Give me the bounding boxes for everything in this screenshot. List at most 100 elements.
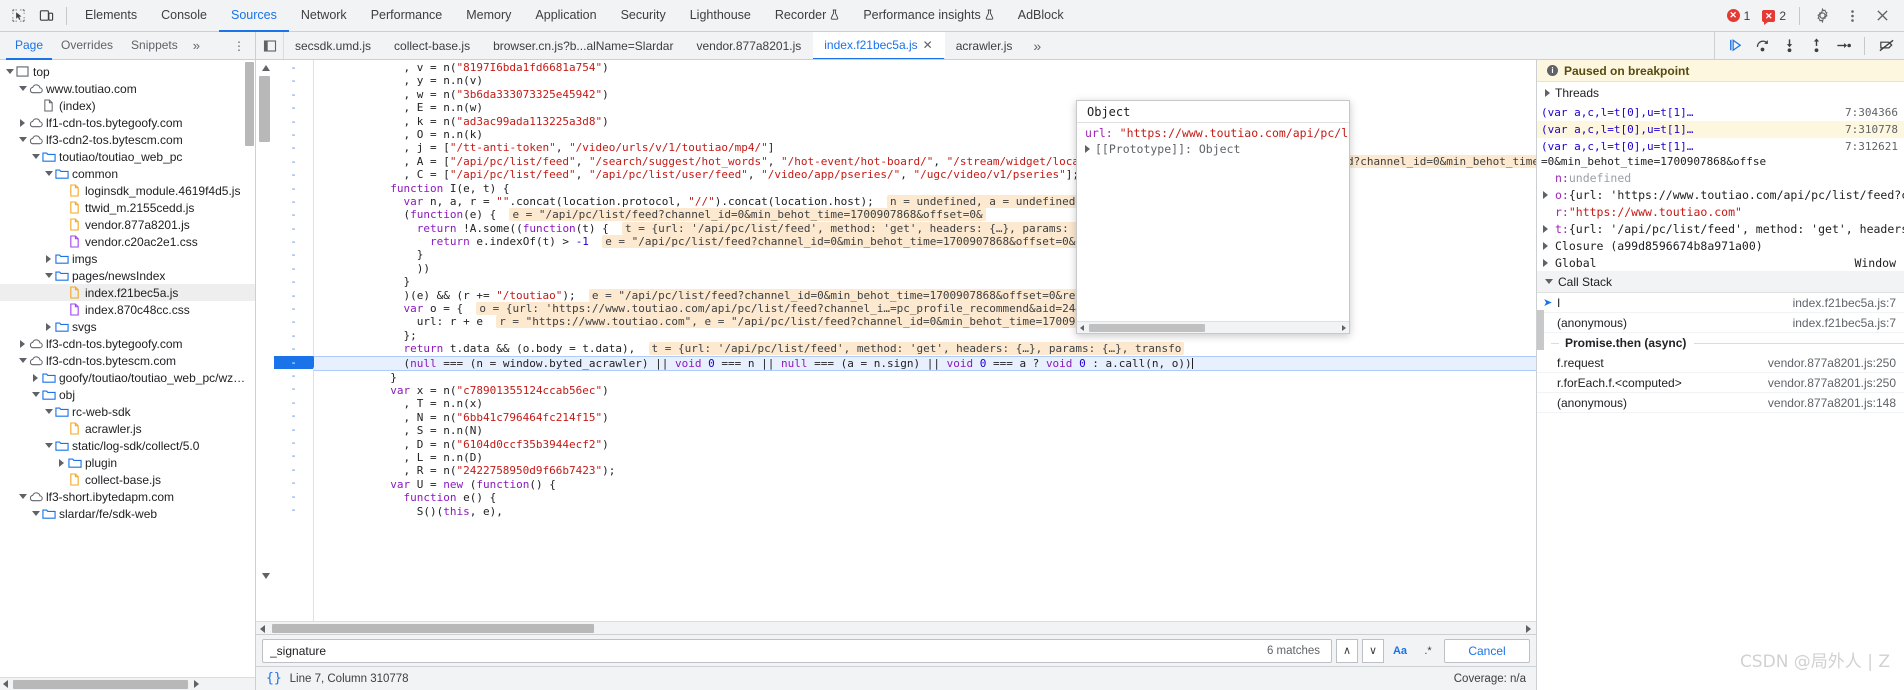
search-previous-button[interactable]: ∧ xyxy=(1336,638,1358,663)
tree-item-index[interactable]: (index) xyxy=(0,97,255,114)
current-line-number[interactable]: - xyxy=(274,355,321,369)
call-stack-frame[interactable]: ➤ Iindex.f21bec5a.js:7 xyxy=(1537,293,1904,313)
call-stack-frame[interactable]: f.request vendor.877a8201.js:250 xyxy=(1537,353,1904,373)
chevron-down-icon[interactable] xyxy=(43,171,54,176)
code-line[interactable]: , k = n("ad3ac99ada113225a3d8") xyxy=(324,115,1536,128)
more-tabs-icon[interactable]: » xyxy=(1024,32,1050,59)
code-line[interactable]: } xyxy=(324,275,1536,288)
line-number[interactable]: - xyxy=(274,436,313,449)
editor-tab-collect-base[interactable]: collect-base.js xyxy=(383,32,482,59)
code-line[interactable]: , w = n("3b6da333073325e45942") xyxy=(324,88,1536,101)
code-line[interactable]: , L = n.n(D) xyxy=(324,451,1536,464)
tree-item-lf3-cdn-tos-bytegoofy-com[interactable]: lf3-cdn-tos.bytegoofy.com xyxy=(0,335,255,352)
tree-item-svgs[interactable]: svgs xyxy=(0,318,255,335)
scope-variable-row[interactable]: o: {url: 'https://www.toutiao.com/api/pc… xyxy=(1537,186,1904,203)
chevron-right-icon[interactable] xyxy=(17,339,28,348)
step-into-next-function-call-button[interactable] xyxy=(1777,34,1801,58)
search-input[interactable] xyxy=(270,643,1267,658)
line-number[interactable]: - xyxy=(274,503,313,516)
chevron-down-icon[interactable] xyxy=(43,409,54,414)
line-number[interactable]: - xyxy=(274,369,313,382)
line-number[interactable]: - xyxy=(274,490,313,503)
line-number[interactable]: - xyxy=(274,315,313,328)
debugger-sidebar-scrollbar[interactable] xyxy=(1537,310,1544,350)
line-number[interactable]: - xyxy=(274,168,313,181)
tab-sources[interactable]: Sources xyxy=(218,0,289,32)
call-stack-frame[interactable]: r.forEach.f.<computed> vendor.877a8201.js… xyxy=(1537,373,1904,393)
regex-toggle[interactable]: .* xyxy=(1416,639,1440,663)
close-icon[interactable] xyxy=(1868,3,1896,29)
tree-item-obj[interactable]: obj xyxy=(0,386,255,403)
step-button[interactable] xyxy=(1831,34,1855,58)
code-line[interactable]: , E = n.n(w) xyxy=(324,101,1536,114)
tree-item-collect-base-js[interactable]: collect-base.js xyxy=(0,471,255,488)
tab-elements[interactable]: Elements xyxy=(73,0,149,32)
line-number[interactable]: - xyxy=(274,302,313,315)
line-number[interactable]: - xyxy=(274,235,313,248)
editor-tab-secsdk[interactable]: secsdk.umd.js xyxy=(284,32,383,59)
line-number[interactable]: - xyxy=(274,275,313,288)
tab-lighthouse[interactable]: Lighthouse xyxy=(678,0,763,32)
chevron-down-icon[interactable] xyxy=(17,137,28,142)
chevron-down-icon[interactable] xyxy=(17,358,28,363)
code-line[interactable]: , S = n.n(N) xyxy=(324,424,1536,437)
object-popup-scrollbar[interactable] xyxy=(1077,321,1349,333)
tree-item-rc-web-sdk[interactable]: rc-web-sdk xyxy=(0,403,255,420)
step-over-next-function-call-button[interactable] xyxy=(1750,34,1774,58)
scrollbar-thumb[interactable] xyxy=(1089,324,1205,332)
tab-security[interactable]: Security xyxy=(609,0,678,32)
scroll-left-arrow-icon[interactable] xyxy=(260,625,265,633)
code-line[interactable]: S()(this, e), xyxy=(324,505,1536,518)
tab-performance[interactable]: Performance xyxy=(359,0,455,32)
close-tab-icon[interactable]: ✕ xyxy=(923,38,933,52)
code-line[interactable]: (function(e) { e = "/api/pc/list/feed?ch… xyxy=(324,208,1536,222)
code-line[interactable]: , v = n("8197I6bda1fd6681a754") xyxy=(324,61,1536,74)
breakpoint-row[interactable]: (var a,c,l=t[0],u=t[1]… 7:312621 xyxy=(1537,138,1904,155)
line-number[interactable]: - xyxy=(274,329,313,342)
editor-tab-acrawler[interactable]: acrawler.js xyxy=(945,32,1025,59)
nav-more-tabs-icon[interactable]: » xyxy=(187,32,206,60)
tab-memory[interactable]: Memory xyxy=(454,0,523,32)
code-line[interactable]: } xyxy=(324,371,1536,384)
tab-recorder[interactable]: Recorder xyxy=(763,0,851,32)
sidebar-vertical-scrollbar[interactable] xyxy=(245,62,254,146)
nav-tab-page[interactable]: Page xyxy=(6,32,53,60)
deactivate-breakpoints-button[interactable] xyxy=(1874,34,1898,58)
breakpoint-row[interactable]: (var a,c,l=t[0],u=t[1]… 7:310778 xyxy=(1537,121,1904,138)
code-line[interactable]: var o = { o = {url: 'https://www.toutiao… xyxy=(324,302,1536,316)
line-number[interactable]: - xyxy=(274,88,313,101)
line-number[interactable]: - xyxy=(274,128,313,141)
chevron-down-icon[interactable] xyxy=(17,494,28,499)
tree-item-lf3-short-ibytedapm-com[interactable]: lf3-short.ibytedapm.com xyxy=(0,488,255,505)
line-number[interactable]: - xyxy=(274,409,313,422)
code-line[interactable]: , y = n.n(v) xyxy=(324,74,1536,87)
code-line[interactable]: }; xyxy=(324,329,1536,342)
object-preview-popup[interactable]: Object url: "https://www.toutiao.com/api… xyxy=(1076,100,1350,334)
chevron-down-icon[interactable] xyxy=(17,86,28,91)
line-number[interactable]: - xyxy=(274,208,313,221)
tab-console[interactable]: Console xyxy=(149,0,219,32)
line-number[interactable]: - xyxy=(274,476,313,489)
editor-vertical-scrollbar[interactable] xyxy=(259,76,270,142)
error-badge[interactable]: ✕ 1 xyxy=(1722,9,1756,23)
tab-network[interactable]: Network xyxy=(289,0,359,32)
editor-tab-index-f21bec5a[interactable]: index.f21bec5a.js ✕ xyxy=(813,32,945,59)
call-stack-section-header[interactable]: Call Stack xyxy=(1537,271,1904,293)
scope-variable-row[interactable]: Closure (a99d8596674b8a971a00) xyxy=(1537,237,1904,254)
tab-adblock[interactable]: AdBlock xyxy=(1006,0,1076,32)
scope-variable-row[interactable]: r: "https://www.toutiao.com" xyxy=(1537,203,1904,220)
tree-item-vendor-c20ac2e1-css[interactable]: vendor.c20ac2e1.css xyxy=(0,233,255,250)
scroll-left-arrow-icon[interactable] xyxy=(3,680,8,688)
scope-variable-row[interactable]: n: undefined xyxy=(1537,169,1904,186)
editor-line-number-gutter[interactable]: ---------------------------------- xyxy=(274,60,321,621)
inspect-cursor-icon[interactable] xyxy=(4,3,32,29)
tree-item-slardar-fe-sdk-web[interactable]: slardar/fe/sdk-web xyxy=(0,505,255,522)
code-line[interactable]: var x = n("c78901355124ccab56ec") xyxy=(324,384,1536,397)
object-property-row[interactable]: url: "https://www.toutiao.com/api/pc/lis… xyxy=(1077,125,1349,141)
code-line[interactable]: , N = n("6bb41c796464fc214f15") xyxy=(324,411,1536,424)
code-line[interactable]: , T = n.n(x) xyxy=(324,397,1536,410)
chevron-right-icon[interactable] xyxy=(56,458,67,467)
tree-item-plugin[interactable]: plugin xyxy=(0,454,255,471)
code-line[interactable]: return !A.some((function(t) { t = {url: … xyxy=(324,221,1536,235)
line-number[interactable]: - xyxy=(274,289,313,302)
